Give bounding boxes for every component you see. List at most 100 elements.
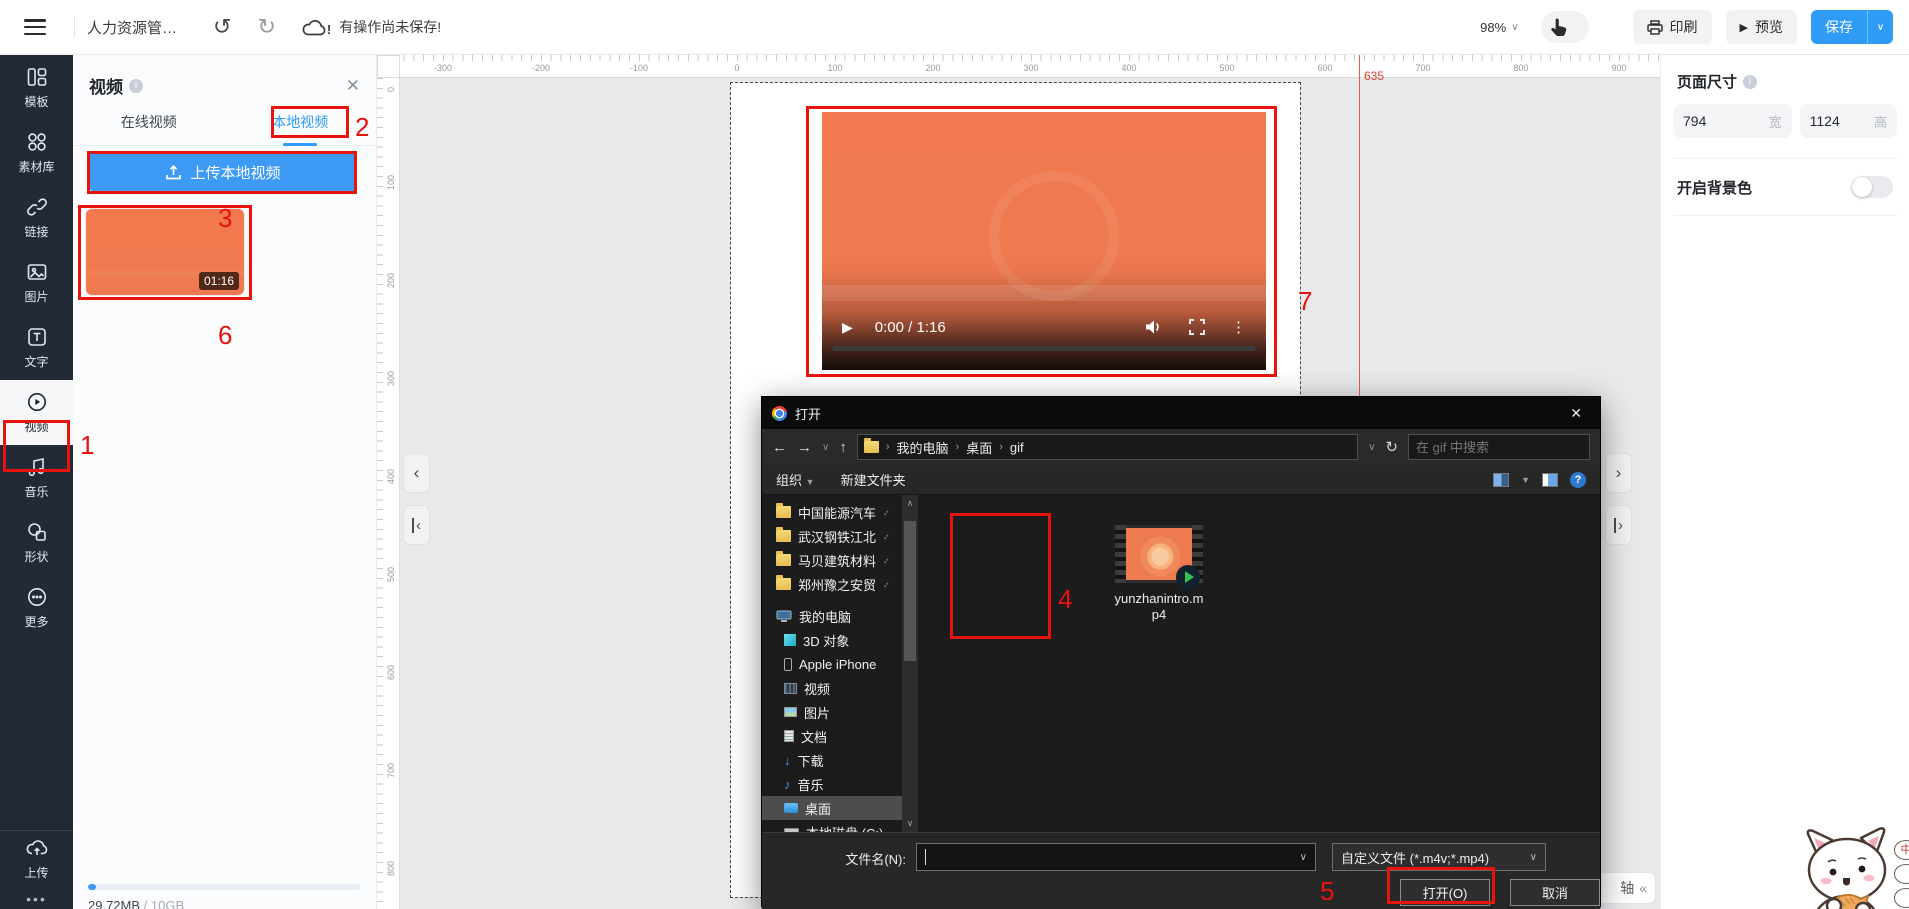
cat-mascot[interactable] bbox=[1788, 826, 1909, 909]
page-height-field[interactable]: 高 bbox=[1800, 104, 1897, 138]
cancel-button[interactable]: 取消 bbox=[1510, 879, 1600, 906]
preview-button[interactable]: ▶ 预览 bbox=[1726, 10, 1797, 44]
breadcrumb-item[interactable]: 桌面 bbox=[966, 438, 992, 457]
volume-icon[interactable] bbox=[1145, 319, 1163, 335]
place-desktop[interactable]: 桌面 bbox=[762, 796, 902, 820]
place-pictures[interactable]: 图片 bbox=[762, 700, 902, 724]
chevron-down-icon[interactable]: ∨ bbox=[1300, 852, 1307, 863]
pinned-folder[interactable]: 马贝建筑材料⨟︎ bbox=[762, 548, 902, 572]
sidebar-item-image[interactable]: 图片 bbox=[0, 250, 73, 315]
place-this-pc[interactable]: 我的电脑 bbox=[762, 604, 902, 628]
kebab-menu-icon[interactable]: ⋮ bbox=[1231, 318, 1246, 336]
dialog-search-input[interactable] bbox=[1416, 440, 1592, 455]
save-button[interactable]: 保存 ∨ bbox=[1811, 10, 1893, 44]
pinned-folder[interactable]: 中国能源汽车⨟︎ bbox=[762, 500, 902, 524]
breadcrumb-item[interactable]: gif bbox=[1010, 440, 1024, 455]
view-mode-icon[interactable] bbox=[1493, 473, 1509, 487]
sidebar-item-link[interactable]: 链接 bbox=[0, 185, 73, 250]
video-thumbnail[interactable]: 01:16 bbox=[86, 209, 244, 295]
page-width-field[interactable]: 宽 bbox=[1673, 104, 1792, 138]
save-label: 保存 bbox=[1811, 10, 1867, 44]
sidebar-item-shape[interactable]: 形状 bbox=[0, 510, 73, 575]
filename-input[interactable]: ∨ bbox=[916, 843, 1316, 871]
page-width-input[interactable] bbox=[1683, 113, 1745, 129]
close-icon[interactable]: ✕ bbox=[346, 76, 360, 96]
save-options-chevron-icon[interactable]: ∨ bbox=[1867, 10, 1893, 44]
menu-icon[interactable] bbox=[24, 19, 46, 35]
undo-icon[interactable]: ↺ bbox=[213, 16, 231, 38]
play-badge-icon bbox=[1176, 565, 1200, 589]
file-open-dialog: 打开 ✕ ← → ∨ ↑ › 我的电脑 › 桌面 › gif ∨ ↻ bbox=[761, 396, 1601, 908]
zoom-control[interactable]: 98% ∨ bbox=[1480, 20, 1518, 35]
prev-page-arrow[interactable]: ‹ bbox=[403, 453, 430, 493]
file-list-area[interactable]: yunzhanintro.m p4 bbox=[918, 495, 1600, 832]
rail-label: 图片 bbox=[24, 288, 48, 305]
history-chevron-icon[interactable]: ∨ bbox=[822, 442, 829, 453]
properties-panel: 页面尺寸 i 宽 高 开启背景色 bbox=[1660, 55, 1909, 909]
open-button[interactable]: 打开(O) bbox=[1400, 879, 1490, 906]
dialog-search-field[interactable] bbox=[1408, 434, 1590, 460]
close-icon[interactable]: ✕ bbox=[1562, 405, 1590, 422]
dialog-titlebar[interactable]: 打开 ✕ bbox=[762, 397, 1600, 429]
pinned-folder[interactable]: 武汉钢铁江北⨟︎ bbox=[762, 524, 902, 548]
play-icon[interactable]: ▶ bbox=[842, 319, 853, 336]
up-arrow-icon[interactable]: ↑ bbox=[839, 439, 847, 456]
scroll-up-icon: ∧ bbox=[902, 498, 918, 509]
filetype-select[interactable]: 自定义文件 (*.m4v;*.mp4) ∨ bbox=[1332, 843, 1546, 871]
timeline-label: 轴 bbox=[1620, 878, 1634, 898]
breadcrumb-field[interactable]: › 我的电脑 › 桌面 › gif bbox=[857, 434, 1358, 460]
sidebar-item-video[interactable]: 视频 bbox=[0, 380, 73, 445]
folder-tree-scrollbar[interactable]: ∧ ∨ bbox=[902, 495, 918, 832]
place-local-disk-c[interactable]: 本地磁盘 (C:) bbox=[762, 820, 902, 832]
place-videos[interactable]: 视频 bbox=[762, 676, 902, 700]
breadcrumb-item[interactable]: 我的电脑 bbox=[897, 438, 949, 457]
back-arrow-icon[interactable]: ← bbox=[772, 439, 787, 456]
timeline-collapse-button[interactable]: 轴 « bbox=[1596, 872, 1656, 904]
sidebar-item-assets[interactable]: 素材库 bbox=[0, 120, 73, 185]
print-button[interactable]: 印刷 bbox=[1633, 10, 1712, 44]
sidebar-item-upload[interactable]: 上传 bbox=[0, 830, 73, 891]
upload-local-video-button[interactable]: 上传本地视频 bbox=[89, 152, 357, 192]
storage-progressbar bbox=[88, 884, 360, 890]
place-music[interactable]: ♪ 音乐 bbox=[762, 772, 902, 796]
place-documents[interactable]: 文档 bbox=[762, 724, 902, 748]
last-page-arrow[interactable]: › bbox=[1605, 505, 1632, 545]
chevron-down-icon: ∨ bbox=[1511, 22, 1518, 33]
rail-label: 音乐 bbox=[24, 483, 48, 500]
template-icon bbox=[26, 66, 48, 88]
video-progressbar[interactable] bbox=[832, 346, 1256, 351]
sidebar-item-text[interactable]: 文字 bbox=[0, 315, 73, 380]
place-3d-objects[interactable]: 3D 对象 bbox=[762, 628, 902, 652]
sidebar-item-music[interactable]: 音乐 bbox=[0, 445, 73, 510]
sidebar-item-more[interactable]: 更多 bbox=[0, 575, 73, 640]
fullscreen-icon[interactable] bbox=[1189, 319, 1205, 335]
file-item-video[interactable]: yunzhanintro.m p4 bbox=[1114, 525, 1204, 623]
top-toolbar: 人力资源管理... ↺ ↻ ! 有操作尚未保存! 98% ∨ 印刷 ▶ 预览 bbox=[0, 0, 1909, 55]
tab-online-video[interactable]: 在线视频 bbox=[73, 112, 225, 145]
scrollbar-thumb[interactable] bbox=[904, 521, 916, 661]
refresh-icon[interactable]: ↻ bbox=[1385, 438, 1398, 456]
pinned-folder[interactable]: 郑州豫之安贸⨟︎ bbox=[762, 572, 902, 596]
help-icon[interactable]: ? bbox=[1570, 472, 1586, 488]
place-downloads[interactable]: ↓ 下载 bbox=[762, 748, 902, 772]
new-folder-button[interactable]: 新建文件夹 bbox=[841, 470, 906, 489]
sidebar-item-template[interactable]: 模板 bbox=[0, 55, 73, 120]
next-page-arrow[interactable]: › bbox=[1605, 453, 1632, 493]
file-name-line2: p4 bbox=[1114, 607, 1204, 623]
canvas-video-player[interactable]: ▶ 0:00 / 1:16 ⋮ bbox=[822, 112, 1266, 370]
view-chevron-icon[interactable]: ▼ bbox=[1521, 475, 1530, 485]
preview-pane-icon[interactable] bbox=[1542, 473, 1558, 487]
assistant-toggle[interactable] bbox=[1541, 11, 1589, 43]
dialog-footer: 文件名(N): ∨ 自定义文件 (*.m4v;*.mp4) ∨ 打开(O) 取消… bbox=[762, 832, 1600, 909]
image-icon bbox=[26, 261, 48, 283]
first-page-arrow[interactable]: ‹ bbox=[403, 505, 430, 545]
background-color-toggle[interactable] bbox=[1851, 176, 1893, 198]
address-chevron-icon[interactable]: ∨ bbox=[1368, 442, 1375, 453]
redo-icon[interactable]: ↻ bbox=[257, 16, 275, 38]
place-apple-iphone[interactable]: Apple iPhone bbox=[762, 652, 902, 676]
organize-menu[interactable]: 组织 ▼ bbox=[776, 470, 815, 489]
document-title[interactable]: 人力资源管理... bbox=[87, 17, 187, 38]
tab-local-video[interactable]: 本地视频 bbox=[225, 112, 377, 145]
page-height-input[interactable] bbox=[1810, 113, 1872, 129]
forward-arrow-icon[interactable]: → bbox=[797, 439, 812, 456]
